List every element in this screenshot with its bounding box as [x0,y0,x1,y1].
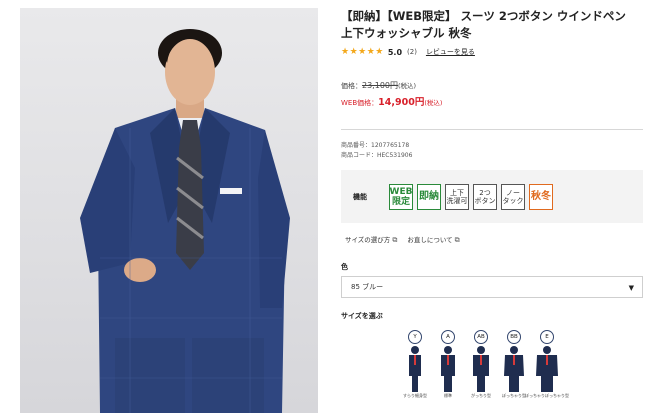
feature-label: 機能 [353,192,367,201]
washable-badge-line2: 洗濯可 [446,196,468,205]
web-badge-line1: WEB [389,186,413,197]
washable-badge: 上下 洗濯可 [445,183,469,210]
size-option-e[interactable]: E ぽっちゃりぽっちゃり型 [525,330,569,399]
product-info: 【即納】【WEB限定】 スーツ 2つボタン ウインドペン 上下ウォッシャブル 秋… [341,8,643,108]
rating-value: 5.0 [387,47,403,57]
size-code: E [540,330,554,344]
season-badge-text: 秋冬 [531,190,551,202]
two-button-badge: 2つ ボタン [473,183,497,210]
color-select-value: 85 ブルー [351,283,384,291]
no-tuck-badge-line1: ノー [506,188,520,197]
size-option-a[interactable]: A 標準 [437,330,459,399]
body-figure-icon [441,346,455,392]
web-price-label: WEB価格： [341,99,379,107]
web-badge-line2: 限定 [391,196,410,207]
model-in-suit-image [80,29,290,413]
review-count: (2) [407,48,417,56]
product-code: 商品コード：HEC531906 [341,152,413,159]
size-code: Y [408,330,422,344]
dropdown-caret-icon: ▼ [628,284,634,292]
size-option-bb[interactable]: BB ぽっちゃり型 [502,330,526,399]
list-price-row: 価格：23,100円(税込) [341,80,643,91]
body-figure-icon [473,346,489,392]
size-guide-link[interactable]: サイズの選び方 ⧉ [345,234,397,245]
size-caption: ぽっちゃり型 [502,393,526,398]
size-guide-label: サイズの選び方 [345,236,391,244]
size-label: サイズを選ぶ [341,312,383,320]
size-options: Y すらり細身型 A 標準 AB がっちり型 BB ぽっちゃり型 E ぽっちゃり… [403,330,569,399]
no-tuck-badge-line2: タック [502,196,524,205]
external-window-icon: ⧉ [392,236,398,244]
product-title: 【即納】【WEB限定】 スーツ 2つボタン ウインドペン 上下ウォッシャブル 秋… [341,8,643,42]
size-option-y[interactable]: Y すらり細身型 [403,330,427,399]
web-price-value: 14,900円 [378,97,425,108]
body-figure-icon [536,346,558,392]
body-figure-icon [504,346,524,392]
tailoring-link[interactable]: お直しについて ⧉ [407,234,459,245]
body-figure-icon [409,346,421,392]
size-caption: がっちり型 [471,393,491,398]
quick-badge-text: 即納 [419,190,439,202]
divider [341,129,643,130]
product-title-line2: 上下ウォッシャブル 秋冬 [341,26,472,40]
no-tuck-badge: ノー タック [501,183,525,210]
list-price-tax: (税込) [398,82,417,90]
color-label: 色 [341,263,348,271]
product-photo [20,8,318,413]
size-caption: すらり細身型 [403,393,427,398]
view-reviews-link[interactable]: レビューを見る [426,47,475,57]
feature-badges: WEB 限定 即納 上下 洗濯可 2つ ボタン ノー タック 秋冬 [389,183,553,210]
product-title-line1: 【即納】【WEB限定】 スーツ 2つボタン ウインドペン [341,9,626,23]
list-price-label: 価格： [341,82,362,90]
web-limited-badge: WEB 限定 [389,183,413,210]
quick-delivery-badge: 即納 [417,183,441,210]
star-rating-icon: ★★★★★ [341,47,384,57]
external-window-icon: ⧉ [454,236,460,244]
size-caption: 標準 [444,393,452,398]
rating-row: ★★★★★ 5.0 (2) レビューを見る [341,45,643,59]
web-price-tax: (税込) [424,99,443,107]
autumn-winter-badge: 秋冬 [529,183,553,210]
product-number: 商品番号：1207765178 [341,142,410,149]
help-links: サイズの選び方 ⧉ お直しについて ⧉ [345,234,460,245]
color-select[interactable]: 85 ブルー ▼ [341,276,643,298]
product-codes: 商品番号：1207765178 商品コード：HEC531906 [341,141,412,161]
size-code: BB [507,330,521,344]
feature-box: 機能 WEB 限定 即納 上下 洗濯可 2つ ボタン ノー タック 秋冬 [341,170,643,223]
size-code: AB [474,330,488,344]
size-caption: ぽっちゃりぽっちゃり型 [525,393,569,398]
list-price-value: 23,100円 [362,81,398,90]
two-button-badge-line1: 2つ [479,188,491,197]
web-price-row: WEB価格：14,900円(税込) [341,94,643,108]
two-button-badge-line2: ボタン [474,196,496,205]
size-option-ab[interactable]: AB がっちり型 [470,330,492,399]
size-code: A [441,330,455,344]
washable-badge-line1: 上下 [450,188,464,197]
tailoring-label: お直しについて [407,236,453,244]
